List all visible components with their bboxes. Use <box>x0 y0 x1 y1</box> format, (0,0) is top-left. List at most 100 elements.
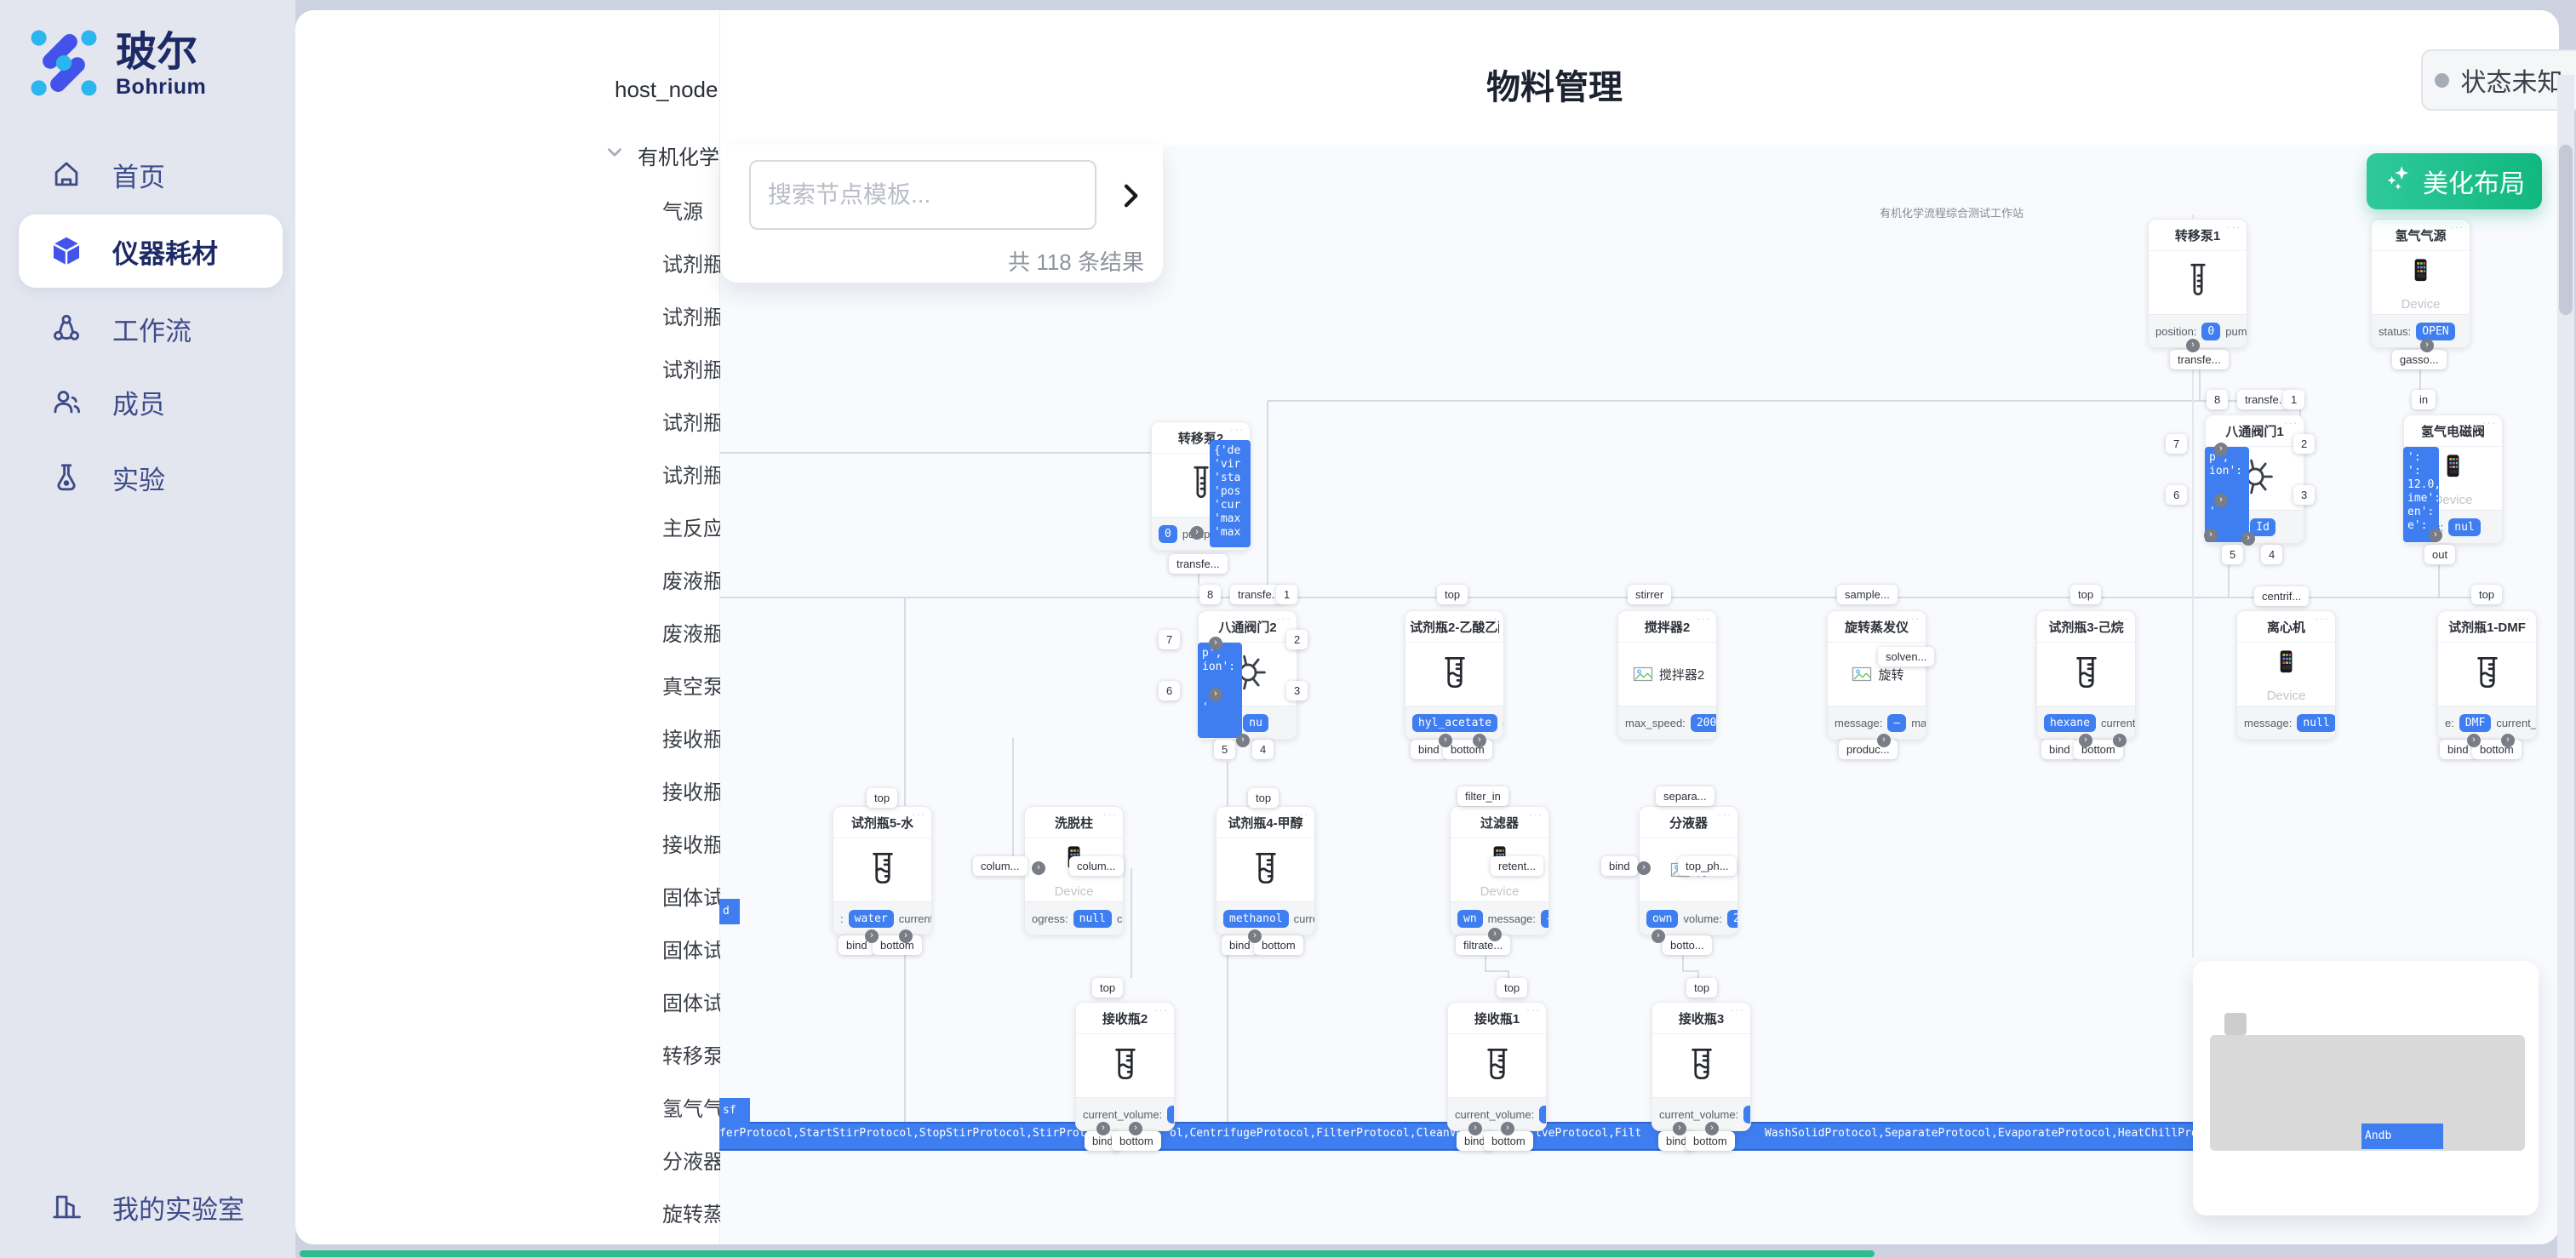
port-chip[interactable]: top <box>1686 978 1717 998</box>
node-menu-icon[interactable]: ... <box>1529 805 1543 818</box>
flow-node[interactable]: 试剂瓶2-乙酸乙酯...hyl_acetatecurre <box>1405 610 1504 740</box>
connector-dot-icon[interactable]: › <box>1705 1122 1719 1135</box>
connector-dot-icon[interactable]: › <box>1501 1122 1514 1135</box>
connector-dot-icon[interactable]: › <box>1236 734 1250 747</box>
node-menu-icon[interactable]: ... <box>2284 414 2298 426</box>
port-chip[interactable]: sample... <box>1837 585 1898 604</box>
port-chip[interactable]: 2 <box>1286 630 1308 649</box>
connector-dot-icon[interactable]: › <box>1473 734 1486 747</box>
connector-dot-icon[interactable]: › <box>2079 734 2092 747</box>
flow-node[interactable]: 离心机...Devicemessage:nullma <box>2236 610 2336 740</box>
port-chip[interactable]: 4 <box>2261 545 2282 564</box>
port-chip[interactable]: centrif... <box>2254 586 2309 606</box>
port-chip[interactable]: filter_in <box>1457 786 1508 806</box>
port-chip[interactable]: filtrate... <box>1456 935 1510 955</box>
connector-dot-icon[interactable]: › <box>1129 1122 1142 1135</box>
port-chip[interactable]: colum... <box>973 856 1028 876</box>
port-chip[interactable]: top <box>1092 978 1123 998</box>
node-menu-icon[interactable]: ... <box>912 805 926 818</box>
connector-dot-icon[interactable]: › <box>1637 861 1651 875</box>
horizontal-scrollbar[interactable] <box>300 1250 1875 1257</box>
flow-node[interactable]: 试剂瓶1-DMF...e:DMFcurrent_vol <box>2437 610 2537 740</box>
sidebar-item-home[interactable]: 首页 <box>19 138 283 211</box>
connector-dot-icon[interactable]: › <box>2214 494 2228 507</box>
node-menu-icon[interactable]: ... <box>1697 609 1711 622</box>
connector-dot-icon[interactable]: › <box>2204 529 2218 542</box>
port-chip[interactable]: out <box>2424 545 2455 564</box>
node-menu-icon[interactable]: ... <box>1484 609 1498 622</box>
connector-dot-icon[interactable]: › <box>2186 339 2200 352</box>
port-chip[interactable]: 6 <box>2166 485 2187 505</box>
node-menu-icon[interactable]: ... <box>2227 218 2241 231</box>
chevron-down-icon[interactable] <box>604 141 626 169</box>
expand-chevron-icon[interactable] <box>1113 179 1148 213</box>
connector-dot-icon[interactable]: › <box>1652 929 1665 943</box>
node-menu-icon[interactable]: ... <box>1103 805 1118 818</box>
connector-dot-icon[interactable]: › <box>2467 734 2481 747</box>
port-chip[interactable]: stirrer <box>1628 585 1671 604</box>
port-chip[interactable]: top <box>867 788 897 808</box>
port-chip[interactable]: top <box>1248 788 1279 808</box>
search-input[interactable] <box>749 160 1096 230</box>
status-badge[interactable]: 状态未知 <box>2421 49 2576 111</box>
port-chip[interactable]: transfe... <box>2170 350 2229 369</box>
port-chip[interactable]: in <box>2412 390 2436 409</box>
connector-dot-icon[interactable]: › <box>1096 1122 1110 1135</box>
connector-dot-icon[interactable]: › <box>1032 861 1045 875</box>
connector-dot-icon[interactable]: › <box>1877 734 1891 747</box>
port-chip[interactable]: retent... <box>1491 856 1543 876</box>
port-chip[interactable]: bottom <box>1254 935 1303 955</box>
connector-dot-icon[interactable]: › <box>2420 339 2434 352</box>
flow-node[interactable]: 接收瓶3...current_volume:0 <box>1652 1002 1751 1131</box>
node-menu-icon[interactable]: ... <box>1277 609 1291 622</box>
node-menu-icon[interactable]: ... <box>2115 609 2130 622</box>
port-chip[interactable]: 7 <box>2166 434 2187 454</box>
node-menu-icon[interactable]: ... <box>1526 1001 1541 1014</box>
port-chip[interactable]: 5 <box>1214 740 1235 759</box>
connector-dot-icon[interactable]: › <box>1673 1122 1686 1135</box>
port-chip[interactable]: bottom <box>873 935 922 955</box>
connector-dot-icon[interactable]: › <box>865 929 879 943</box>
port-chip[interactable]: 8 <box>1199 585 1221 604</box>
sidebar-item-my-lab[interactable]: 我的实验室 <box>19 1170 283 1244</box>
port-chip[interactable]: top <box>2471 585 2502 604</box>
connector-dot-icon[interactable]: › <box>2113 734 2127 747</box>
connector-dot-icon[interactable]: › <box>1248 929 1262 943</box>
port-chip[interactable]: 1 <box>2283 390 2304 409</box>
beautify-layout-button[interactable]: 美化布局 <box>2367 153 2542 209</box>
flow-node[interactable]: 氢气气源...Devicestatus:OPEN <box>2371 219 2470 348</box>
connector-dot-icon[interactable]: › <box>2241 532 2255 546</box>
connector-dot-icon[interactable]: › <box>1190 526 1204 540</box>
port-chip[interactable]: 4 <box>1252 740 1274 759</box>
port-chip[interactable]: 3 <box>1286 681 1308 700</box>
port-chip[interactable]: transfe... <box>1169 554 1228 574</box>
port-chip[interactable]: colum... <box>1069 856 1124 876</box>
node-menu-icon[interactable]: ... <box>2516 609 2531 622</box>
port-chip[interactable]: separa... <box>1656 786 1714 806</box>
connector-dot-icon[interactable]: › <box>1209 637 1222 650</box>
port-chip[interactable]: top <box>1497 978 1527 998</box>
node-menu-icon[interactable]: ... <box>2316 609 2330 622</box>
port-chip[interactable]: top <box>2070 585 2101 604</box>
port-chip[interactable]: 2 <box>2293 434 2315 454</box>
connector-dot-icon[interactable]: › <box>1209 688 1222 701</box>
port-chip[interactable]: solven... <box>1878 647 1934 666</box>
sidebar-item-members[interactable]: 成员 <box>19 365 283 438</box>
node-menu-icon[interactable]: ... <box>1230 420 1245 433</box>
port-chip[interactable]: 1 <box>1276 585 1297 604</box>
port-chip[interactable]: transfe. <box>1230 585 1282 604</box>
port-chip[interactable]: gasso... <box>2392 350 2447 369</box>
node-menu-icon[interactable]: ... <box>2482 414 2497 426</box>
flow-node[interactable]: 试剂瓶4-甲醇...methanolcurrent <box>1216 806 1315 935</box>
connector-dot-icon[interactable]: › <box>2429 529 2442 542</box>
flow-node[interactable]: 转移泵1...position:0pump <box>2148 219 2247 348</box>
sidebar-item-instruments[interactable]: 仪器耗材 <box>19 214 283 288</box>
connector-dot-icon[interactable]: › <box>1468 1122 1482 1135</box>
flow-node[interactable]: 接收瓶2...current_volume:0 <box>1075 1002 1175 1131</box>
flow-node[interactable]: 搅拌器2...搅拌器2max_speed:2000 <box>1617 610 1717 740</box>
connector-dot-icon[interactable]: › <box>899 929 913 943</box>
flow-node[interactable]: 试剂瓶3-己烷...hexanecurrent_ <box>2036 610 2136 740</box>
node-menu-icon[interactable]: ... <box>1906 609 1921 622</box>
port-chip[interactable]: bind <box>2041 740 2078 759</box>
node-menu-icon[interactable]: ... <box>1718 805 1732 818</box>
